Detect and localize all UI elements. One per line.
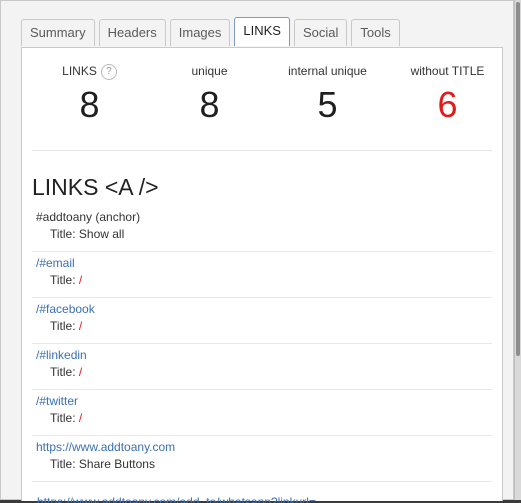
link-url[interactable]: /#twitter	[36, 394, 492, 411]
link-title-row: Title: /	[50, 365, 492, 382]
list-item: https://www.addtoany.com Title: Share Bu…	[32, 436, 492, 482]
extension-popup: Summary Headers Images LINKS Social Tool…	[0, 0, 514, 503]
link-title-missing: /	[78, 411, 83, 425]
link-url: #addtoany (anchor)	[36, 210, 141, 224]
list-item: /#email Title: /	[32, 252, 492, 298]
title-prefix: Title:	[50, 457, 76, 471]
link-title-row: Title: /	[50, 411, 492, 428]
title-prefix: Title:	[50, 411, 76, 425]
stat-unique: unique 8	[152, 58, 267, 126]
list-item: /#facebook Title: /	[32, 298, 492, 344]
stat-internal-unique: internal unique 5	[270, 58, 385, 126]
link-title-missing: /	[78, 273, 83, 287]
stat-unique-value: 8	[199, 84, 220, 125]
stat-without-title: without TITLE 6	[390, 58, 505, 126]
cutoff-link-url[interactable]: https://www.addtoany.com/add_to/whatsapp…	[37, 495, 497, 503]
link-title-missing: /	[78, 319, 83, 333]
tab-links[interactable]: LINKS	[234, 17, 290, 46]
stat-internal-value: 5	[317, 84, 338, 125]
stat-unique-label: unique	[191, 64, 228, 78]
link-url[interactable]: https://www.addtoany.com	[36, 440, 492, 457]
list-item: #addtoany (anchor) Title: Show all	[32, 206, 492, 252]
link-title-row: Title: Share Buttons	[50, 457, 492, 474]
stat-without-title-value: 6	[437, 84, 458, 125]
vertical-scrollbar[interactable]	[514, 0, 521, 500]
section-title: LINKS <A />	[32, 174, 159, 200]
stat-links: LINKS? 8	[32, 58, 147, 126]
link-url[interactable]: /#email	[36, 256, 492, 273]
link-title: Share Buttons	[78, 457, 155, 471]
title-prefix: Title:	[50, 365, 76, 379]
stat-links-value: 8	[79, 84, 100, 125]
stat-internal-label: internal unique	[288, 64, 367, 78]
list-item: /#twitter Title: /	[32, 390, 492, 436]
scrollbar-thumb[interactable]	[516, 2, 520, 356]
help-icon[interactable]: ?	[100, 64, 117, 80]
link-url[interactable]: /#linkedin	[36, 348, 492, 365]
tab-social[interactable]: Social	[293, 19, 348, 46]
link-title-row: Title: /	[50, 319, 492, 336]
list-item: /#linkedin Title: /	[32, 344, 492, 390]
link-url[interactable]: /#facebook	[36, 302, 492, 319]
title-prefix: Title:	[50, 273, 76, 287]
links-list: #addtoany (anchor) Title: Show all /#ema…	[32, 206, 492, 482]
link-title: Show all	[78, 227, 125, 241]
title-prefix: Title:	[50, 319, 76, 333]
tab-tools[interactable]: Tools	[351, 19, 400, 46]
link-title-row: Title: Show all	[50, 227, 492, 244]
stat-links-label: LINKS	[62, 64, 97, 78]
links-panel: LINKS? 8 unique 8 internal unique 5 with…	[21, 47, 503, 503]
link-title-missing: /	[78, 365, 83, 379]
tab-summary[interactable]: Summary	[21, 19, 95, 46]
link-title-row: Title: /	[50, 273, 492, 290]
stat-without-title-label: without TITLE	[410, 64, 485, 78]
link-stats: LINKS? 8 unique 8 internal unique 5 with…	[32, 58, 492, 151]
title-prefix: Title:	[50, 227, 76, 241]
tab-headers[interactable]: Headers	[98, 19, 166, 46]
tab-bar: Summary Headers Images LINKS Social Tool…	[21, 17, 400, 47]
tab-images[interactable]: Images	[169, 19, 231, 46]
